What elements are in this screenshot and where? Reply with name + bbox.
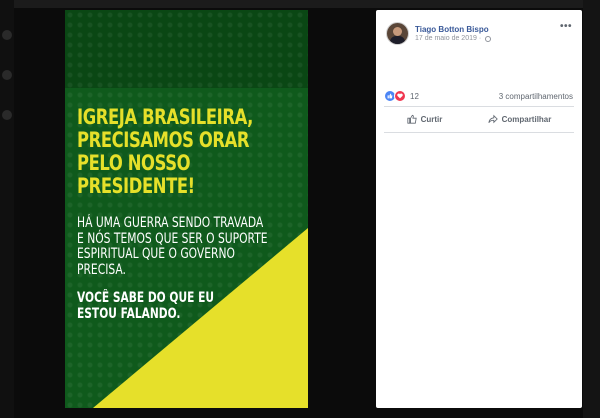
- ellipsis-icon[interactable]: •••: [560, 22, 572, 32]
- meta-separator: ·: [478, 35, 482, 42]
- post-card: Tiago Botton Bispo 17 de maio de 2019 · …: [376, 10, 582, 408]
- thumbs-up-icon: [407, 114, 417, 124]
- poster-closing: VOCÊ SABE DO QUE EU ESTOU FALANDO.: [77, 290, 229, 322]
- like-label: Curtir: [420, 114, 443, 124]
- page-top-bar: [0, 0, 600, 8]
- headline-line: PRECISAMOS ORAR: [77, 128, 250, 152]
- post-meta: 17 de maio de 2019 ·: [415, 35, 492, 42]
- post-date[interactable]: 17 de maio de 2019: [415, 35, 477, 42]
- divider: [384, 132, 574, 133]
- share-count[interactable]: 3 compartilhamentos: [499, 92, 573, 101]
- body-line: HÁ UMA GUERRA SENDO TRAVADA: [77, 215, 264, 231]
- left-sidebar: [0, 0, 14, 418]
- headline-line: PRESIDENTE!: [77, 174, 195, 198]
- body-line: PRECISA.: [77, 261, 126, 278]
- post-image[interactable]: IGREJA BRASILEIRA, PRECISAMOS ORAR PELO …: [65, 10, 308, 408]
- share-label: Compartilhar: [501, 114, 552, 124]
- poster-headline: IGREJA BRASILEIRA, PRECISAMOS ORAR PELO …: [77, 106, 253, 198]
- yellow-triangle: [93, 228, 308, 408]
- right-sidebar: [583, 0, 600, 418]
- love-reaction-icon: [394, 90, 406, 102]
- closing-line: ESTOU FALANDO.: [77, 305, 181, 322]
- poster-body: HÁ UMA GUERRA SENDO TRAVADA E NÓS TEMOS …: [77, 215, 269, 278]
- headline-line: PELO NOSSO: [77, 151, 191, 175]
- closing-line: VOCÊ SABE DO QUE EU: [77, 290, 215, 306]
- like-button[interactable]: Curtir: [407, 114, 443, 124]
- share-button[interactable]: Compartilhar: [487, 114, 552, 124]
- headline-line: IGREJA BRASILEIRA,: [77, 105, 253, 129]
- body-line: ESPIRITUAL QUE O GOVERNO: [77, 246, 235, 262]
- author-name[interactable]: Tiago Botton Bispo: [415, 25, 489, 34]
- body-line: E NÓS TEMOS QUE SER O SUPORTE: [77, 230, 268, 247]
- globe-icon: [485, 35, 492, 42]
- share-arrow-icon: [487, 114, 498, 124]
- avatar[interactable]: [386, 22, 409, 45]
- reaction-count: 12: [410, 91, 419, 101]
- reactions-summary[interactable]: 12: [384, 90, 419, 102]
- post-actions: Curtir Compartilhar: [384, 106, 574, 132]
